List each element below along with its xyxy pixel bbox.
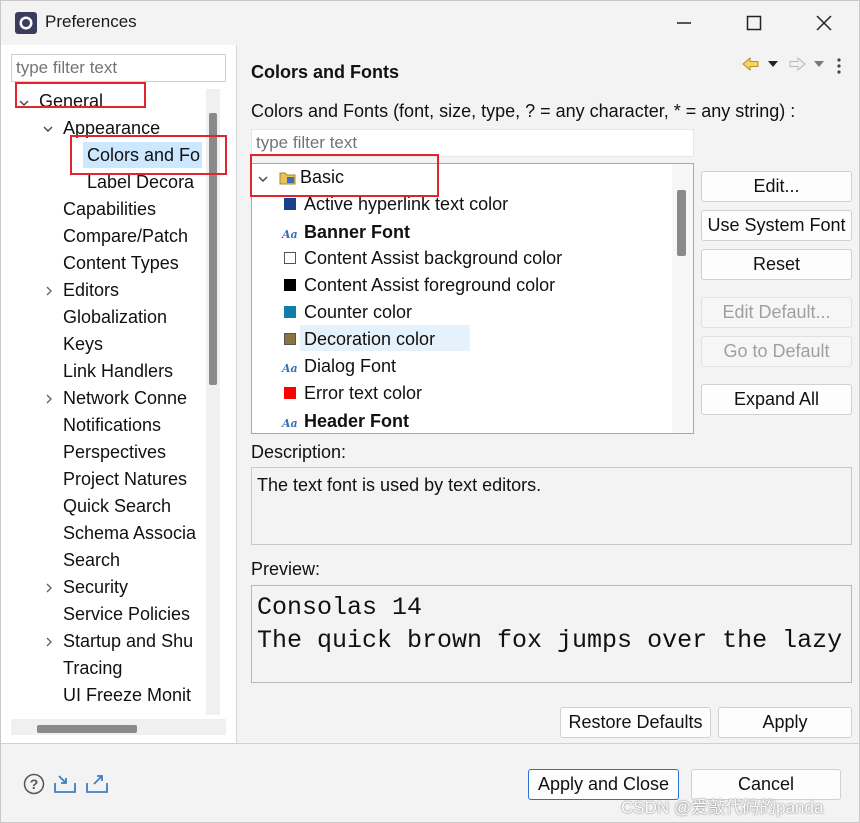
- preview-box: Consolas 14 The quick brown fox jumps ov…: [251, 585, 852, 683]
- list-item-label: Error text color: [304, 383, 423, 403]
- list-item-counter-color[interactable]: Counter color: [284, 301, 413, 323]
- preview-line-2: The quick brown fox jumps over the lazy: [257, 626, 843, 655]
- chevron-right-icon[interactable]: [43, 636, 55, 648]
- list-item-header-font[interactable]: Aa Header Font: [282, 410, 410, 432]
- tree-item-project-natures[interactable]: Project Natures: [63, 468, 187, 490]
- description-label: Description:: [251, 442, 347, 462]
- list-item-label: Content Assist foreground color: [304, 275, 556, 295]
- tree-item-security[interactable]: Security: [63, 576, 128, 598]
- color-swatch-icon: [284, 279, 296, 291]
- preferences-window: Preferences General Appearance Colors an…: [0, 0, 860, 823]
- tree-item-service-policies[interactable]: Service Policies: [63, 603, 190, 625]
- font-icon: Aa: [282, 417, 298, 430]
- chevron-right-icon[interactable]: [43, 582, 55, 594]
- reset-button[interactable]: Reset: [701, 249, 852, 280]
- list-item-banner-font[interactable]: Aa Banner Font: [282, 221, 410, 243]
- chevron-right-icon[interactable]: [43, 285, 55, 297]
- minimize-icon: [677, 22, 691, 24]
- back-dropdown-icon[interactable]: [767, 60, 779, 68]
- export-preferences-icon[interactable]: [85, 773, 109, 795]
- use-system-font-button[interactable]: Use System Font: [701, 210, 852, 241]
- list-item-content-assist-bg[interactable]: Content Assist background color: [284, 247, 563, 269]
- forward-arrow-icon[interactable]: [788, 57, 806, 71]
- color-swatch-icon: [284, 252, 296, 264]
- description-text: The text font is used by text editors.: [257, 475, 542, 495]
- list-item-content-assist-fg[interactable]: Content Assist foreground color: [284, 274, 556, 296]
- window-title: Preferences: [45, 12, 137, 31]
- help-icon[interactable]: ?: [23, 773, 45, 795]
- tree-item-notifications[interactable]: Notifications: [63, 414, 161, 436]
- annotation-box-basic: [250, 154, 439, 197]
- tree-horizontal-scroll-thumb[interactable]: [37, 725, 137, 733]
- maximize-button[interactable]: [719, 1, 789, 45]
- chevron-right-icon[interactable]: [43, 393, 55, 405]
- color-swatch-icon: [284, 333, 296, 345]
- eclipse-app-icon: [15, 12, 37, 34]
- list-item-label: Header Font: [304, 411, 410, 431]
- list-item-label: Active hyperlink text color: [304, 194, 509, 214]
- font-icon: Aa: [282, 228, 298, 241]
- list-item-label: Decoration color: [304, 329, 436, 349]
- tree-item-search[interactable]: Search: [63, 549, 120, 571]
- tree-item-globalization[interactable]: Globalization: [63, 306, 167, 328]
- restore-defaults-button[interactable]: Restore Defaults: [560, 707, 711, 738]
- description-box: The text font is used by text editors.: [251, 467, 852, 545]
- list-item-label: Content Assist background color: [304, 248, 563, 268]
- preview-line-1: Consolas 14: [257, 593, 423, 622]
- apply-button[interactable]: Apply: [718, 707, 852, 738]
- close-button[interactable]: [789, 1, 859, 45]
- tree-item-editors[interactable]: Editors: [63, 279, 119, 301]
- annotation-box-general: [15, 82, 146, 108]
- list-item-label: Dialog Font: [304, 356, 397, 376]
- minimize-button[interactable]: [649, 1, 719, 45]
- expand-all-button[interactable]: Expand All: [701, 384, 852, 415]
- tree-item-perspectives[interactable]: Perspectives: [63, 441, 166, 463]
- maximize-icon: [746, 15, 762, 31]
- list-item-label: Counter color: [304, 302, 413, 322]
- title-bar: Preferences: [1, 1, 859, 45]
- watermark: CSDN @爱敲代码的panda: [621, 798, 824, 817]
- pane-divider[interactable]: [236, 45, 237, 743]
- tree-item-content-types[interactable]: Content Types: [63, 252, 179, 274]
- tree-filter-input[interactable]: [11, 54, 226, 82]
- tree-item-schema-associations[interactable]: Schema Associa: [63, 522, 196, 544]
- list-item-error-text-color[interactable]: Error text color: [284, 382, 423, 404]
- close-icon: [816, 15, 832, 31]
- tree-item-quick-search[interactable]: Quick Search: [63, 495, 171, 517]
- tree-item-keys[interactable]: Keys: [63, 333, 103, 355]
- tree-item-tracing[interactable]: Tracing: [63, 657, 122, 679]
- tree-item-ui-freeze-monitoring[interactable]: UI Freeze Monit: [63, 684, 191, 706]
- list-item-decoration-color[interactable]: Decoration color: [284, 328, 436, 350]
- forward-dropdown-icon[interactable]: [813, 60, 825, 68]
- list-scroll-thumb[interactable]: [677, 190, 686, 256]
- color-swatch-icon: [284, 306, 296, 318]
- list-item-label: Banner Font: [304, 222, 410, 242]
- preview-label: Preview:: [251, 559, 321, 579]
- colors-fonts-instruction: Colors and Fonts (font, size, type, ? = …: [251, 101, 796, 121]
- svg-text:?: ?: [30, 776, 39, 792]
- colors-filter-input[interactable]: [251, 129, 694, 157]
- list-item-dialog-font[interactable]: Aa Dialog Font: [282, 355, 397, 377]
- font-icon: Aa: [282, 362, 298, 375]
- color-swatch-icon: [284, 198, 296, 210]
- edit-default-button[interactable]: Edit Default...: [701, 297, 852, 328]
- view-menu-icon[interactable]: [836, 57, 842, 75]
- tree-item-compare-patch[interactable]: Compare/Patch: [63, 225, 188, 247]
- annotation-box-colors-and-fonts: [70, 135, 227, 175]
- tree-item-link-handlers[interactable]: Link Handlers: [63, 360, 173, 382]
- go-to-default-button[interactable]: Go to Default: [701, 336, 852, 367]
- colors-fonts-tree: Basic Active hyperlink text color Aa Ban…: [251, 163, 694, 434]
- color-swatch-icon: [284, 387, 296, 399]
- chevron-down-icon[interactable]: [42, 123, 54, 135]
- tree-item-capabilities[interactable]: Capabilities: [63, 198, 156, 220]
- tree-item-network-connections[interactable]: Network Conne: [63, 387, 187, 409]
- page-title: Colors and Fonts: [251, 62, 399, 82]
- back-arrow-icon[interactable]: [742, 57, 760, 71]
- import-preferences-icon[interactable]: [53, 773, 77, 795]
- tree-item-startup-and-shutdown[interactable]: Startup and Shu: [63, 630, 193, 652]
- edit-button[interactable]: Edit...: [701, 171, 852, 202]
